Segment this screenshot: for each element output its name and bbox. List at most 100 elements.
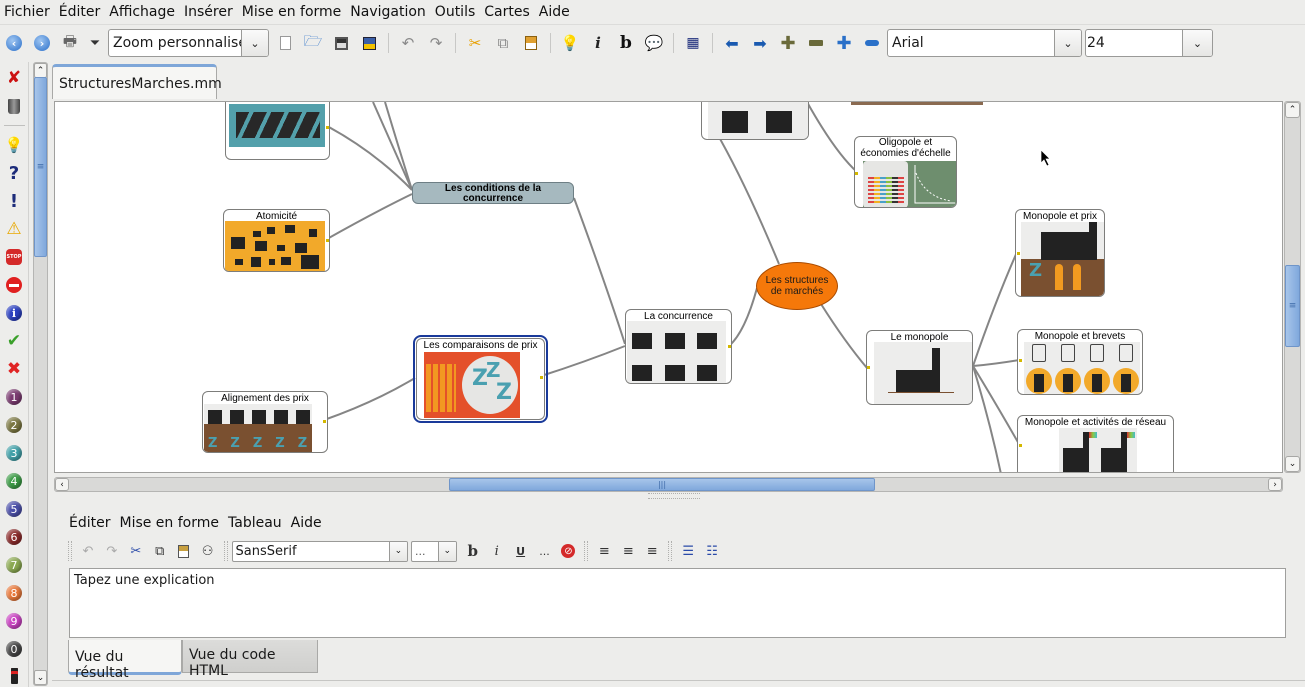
priority-8-icon[interactable]: 8 xyxy=(4,583,24,603)
note-menu-mise-en-forme[interactable]: Mise en forme xyxy=(114,515,223,531)
canvas-vertical-scrollbar[interactable]: ⌃ ≡ ⌄ xyxy=(1284,101,1301,473)
zoom-out-button[interactable] xyxy=(858,29,886,57)
scroll-right-button[interactable]: › xyxy=(1268,478,1282,491)
warning-icon[interactable]: ⚠ xyxy=(4,219,24,239)
priority-2-icon[interactable]: 2 xyxy=(4,415,24,435)
note-clear-format-button[interactable]: ⊘ xyxy=(557,540,581,562)
bold-button[interactable]: b xyxy=(612,29,640,57)
node-monopole-brevets[interactable]: Monopole et brevets xyxy=(1017,329,1143,395)
note-menu-tableau[interactable]: Tableau xyxy=(223,515,286,531)
align-right-button[interactable]: ≡ xyxy=(640,540,664,562)
zoom-select[interactable]: Zoom personnalisé ⌄ xyxy=(108,29,269,57)
scroll-thumb[interactable]: ||| xyxy=(449,478,875,491)
menu-aide[interactable]: Aide xyxy=(534,4,574,20)
print-button[interactable]: 🖶 xyxy=(56,29,84,57)
bullet-list-button[interactable]: ☰ xyxy=(676,540,700,562)
note-font-size-select[interactable]: ... ⌄ xyxy=(410,540,457,562)
note-paste-button[interactable] xyxy=(172,540,196,562)
cancel-icon[interactable]: ✖ xyxy=(4,359,24,379)
priority-6-icon[interactable]: 6 xyxy=(4,527,24,547)
node-concurrence[interactable]: La concurrence xyxy=(625,309,732,384)
idea-icon[interactable]: 💡 xyxy=(4,135,24,155)
note-redo-button[interactable]: ↷ xyxy=(100,540,124,562)
priority-1-icon[interactable]: 1 xyxy=(4,387,24,407)
note-underline-button[interactable]: U xyxy=(509,540,533,562)
font-family-select[interactable]: Arial ⌄ xyxy=(887,29,1082,57)
numbered-list-button[interactable]: ☷ xyxy=(700,540,724,562)
note-menu-aide[interactable]: Aide xyxy=(286,515,326,531)
menu-mise-en-forme[interactable]: Mise en forme xyxy=(237,4,346,20)
note-more-button[interactable]: ... xyxy=(533,540,557,562)
note-text-area[interactable]: Tapez une explication xyxy=(69,568,1286,638)
scroll-down-button[interactable]: ⌄ xyxy=(1285,456,1300,472)
note-find-button[interactable]: ⚇ xyxy=(196,540,220,562)
node-oligopole[interactable] xyxy=(701,102,809,140)
italic-button[interactable]: i xyxy=(584,29,612,57)
redo-button[interactable]: ↷ xyxy=(422,29,450,57)
important-icon[interactable]: ! xyxy=(4,191,24,212)
undo-button[interactable]: ↶ xyxy=(394,29,422,57)
next-button[interactable]: ➡ xyxy=(746,29,774,57)
node-atomicite[interactable]: Atomicité xyxy=(223,209,330,272)
menu-outils[interactable]: Outils xyxy=(430,4,479,20)
traffic-light-icon[interactable] xyxy=(4,666,24,686)
font-size-select[interactable]: 24 ⌄ xyxy=(1085,29,1213,57)
node-conditions-concurrence[interactable]: Les conditions de la concurrence xyxy=(412,182,574,204)
split-pane-divider[interactable] xyxy=(648,493,700,499)
menu-inserer[interactable]: Insérer xyxy=(179,4,237,20)
expand-button[interactable]: ✚ xyxy=(774,29,802,57)
scroll-down-button[interactable]: ⌄ xyxy=(34,670,47,685)
new-map-button[interactable] xyxy=(271,29,299,57)
note-bold-button[interactable]: b xyxy=(461,540,485,562)
icon-toolbar-scrollbar[interactable]: ⌃ ≡ ⌄ xyxy=(33,62,48,686)
info-icon[interactable]: i xyxy=(4,303,24,323)
align-center-button[interactable]: ≡ xyxy=(616,540,640,562)
copy-button[interactable]: ⧉ xyxy=(489,29,517,57)
note-cut-button[interactable]: ✂ xyxy=(124,540,148,562)
note-italic-button[interactable]: i xyxy=(485,540,509,562)
idea-button[interactable]: 💡 xyxy=(556,29,584,57)
note-undo-button[interactable]: ↶ xyxy=(76,540,100,562)
toolbar-grip[interactable] xyxy=(68,541,72,561)
note-font-family-select[interactable]: SansSerif ⌄ xyxy=(231,540,408,562)
cut-button[interactable]: ✂ xyxy=(461,29,489,57)
cloud-button[interactable]: 💬 xyxy=(640,29,668,57)
note-copy-button[interactable]: ⧉ xyxy=(148,540,172,562)
priority-0-icon[interactable]: 0 xyxy=(4,639,24,659)
node-homogeneite[interactable]: Homogénéité xyxy=(225,102,330,160)
align-left-button[interactable]: ≡ xyxy=(592,540,616,562)
open-button[interactable]: 🗁 xyxy=(299,29,327,57)
tab-result-view[interactable]: Vue du résultat xyxy=(68,640,182,681)
scroll-left-button[interactable]: ‹ xyxy=(55,478,69,491)
no-entry-icon[interactable] xyxy=(4,275,24,295)
node-alignement-prix[interactable]: Alignement des prix ZZZZZ xyxy=(202,391,328,453)
canvas-horizontal-scrollbar[interactable]: ‹ ||| › xyxy=(54,477,1283,492)
remove-last-icon[interactable]: ✘ xyxy=(4,68,24,88)
menu-cartes[interactable]: Cartes xyxy=(479,4,534,20)
mindmap-canvas[interactable]: Homogénéité Atomicité Les conditions de … xyxy=(54,101,1283,473)
scroll-thumb[interactable]: ≡ xyxy=(34,77,47,257)
paste-button[interactable] xyxy=(517,29,545,57)
priority-7-icon[interactable]: 7 xyxy=(4,555,24,575)
node-monopole-reseau[interactable]: Monopole et activités de réseau xyxy=(1017,415,1174,472)
zoom-in-button[interactable]: ✚ xyxy=(830,29,858,57)
scroll-up-button[interactable]: ⌃ xyxy=(34,63,47,78)
scroll-up-button[interactable]: ⌃ xyxy=(1285,102,1300,118)
tab-html-code-view[interactable]: Vue du code HTML xyxy=(182,640,318,679)
filter-button[interactable]: ⏷ xyxy=(84,29,106,57)
question-icon[interactable]: ? xyxy=(4,163,24,184)
remove-all-icons[interactable] xyxy=(4,96,24,116)
back-button[interactable]: ‹ xyxy=(0,29,28,57)
priority-5-icon[interactable]: 5 xyxy=(4,499,24,519)
collapse-button[interactable] xyxy=(802,29,830,57)
tab-structures-marches[interactable]: StructuresMarches.mm xyxy=(52,64,222,99)
priority-3-icon[interactable]: 3 xyxy=(4,443,24,463)
toolbar-grip[interactable] xyxy=(668,541,673,561)
node-comparaisons-prix[interactable]: Les comparaisons de prix Z Z Z xyxy=(416,338,545,420)
scroll-thumb[interactable]: ≡ xyxy=(1285,265,1300,347)
node-oligopole-echelle[interactable]: Oligopole et économies d'échelle xyxy=(854,136,957,208)
toolbar-grip[interactable] xyxy=(223,541,228,561)
node-monopole-prix[interactable]: Monopole et prix Z xyxy=(1015,209,1105,297)
save-as-button[interactable] xyxy=(355,29,383,57)
previous-button[interactable]: ⬅ xyxy=(718,29,746,57)
